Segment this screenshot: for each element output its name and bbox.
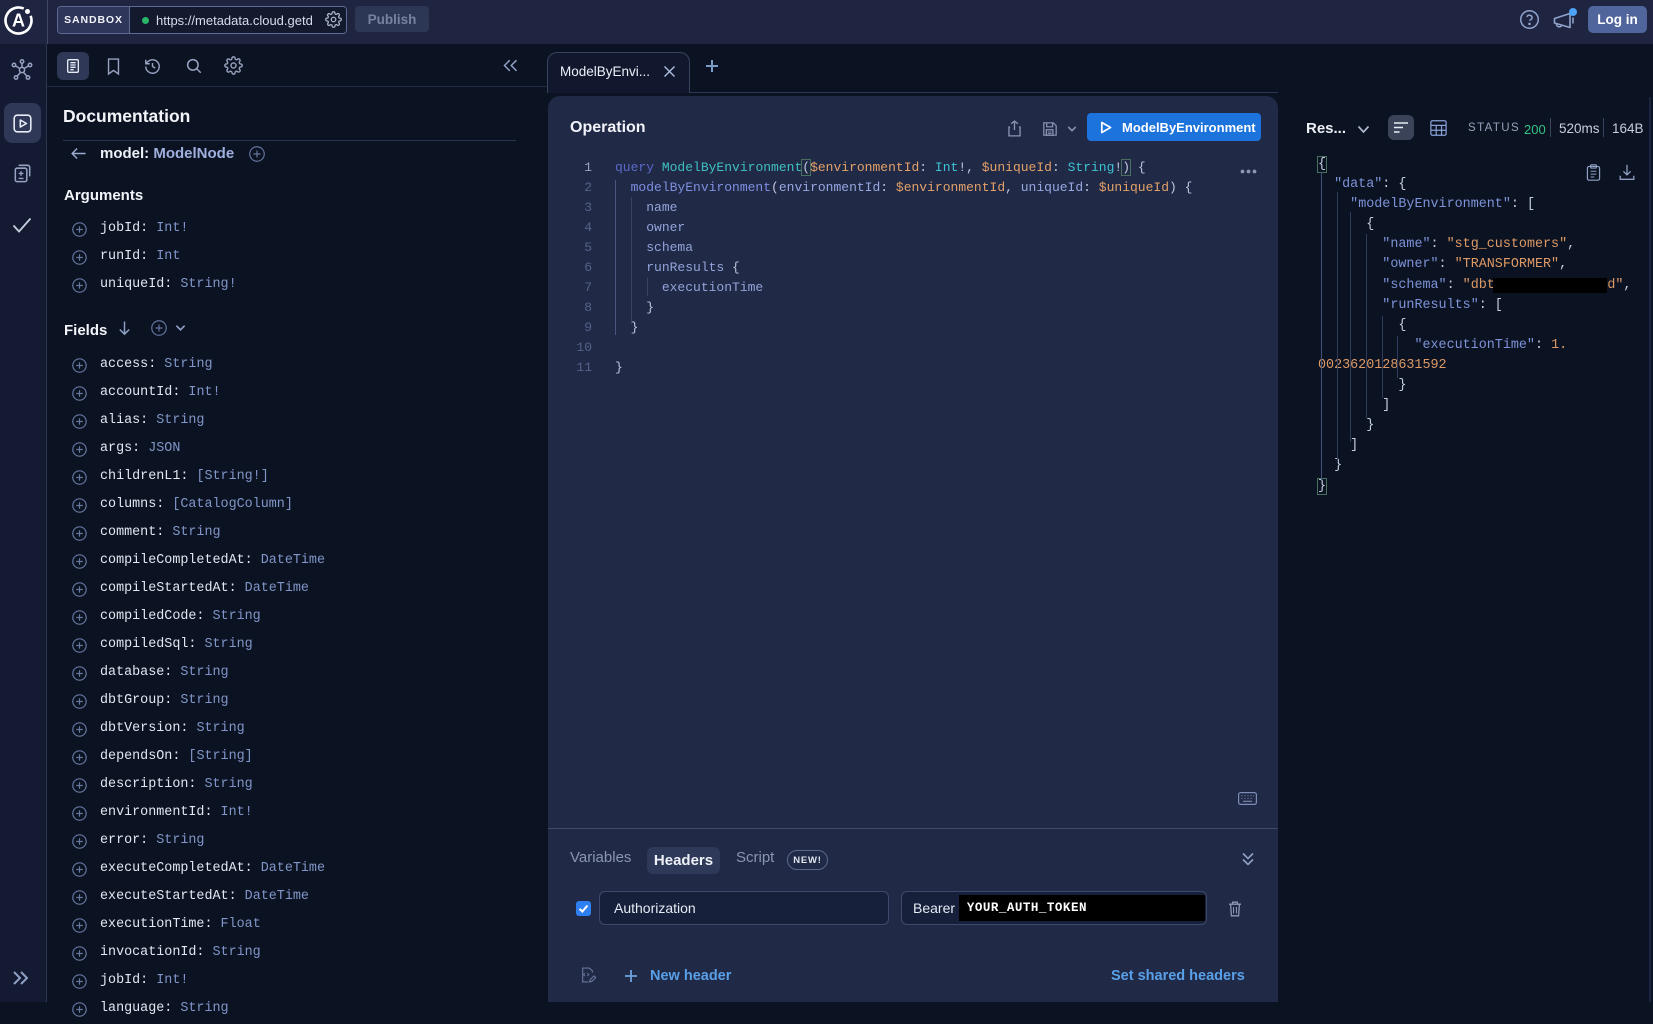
- svg-text:A: A: [12, 11, 25, 31]
